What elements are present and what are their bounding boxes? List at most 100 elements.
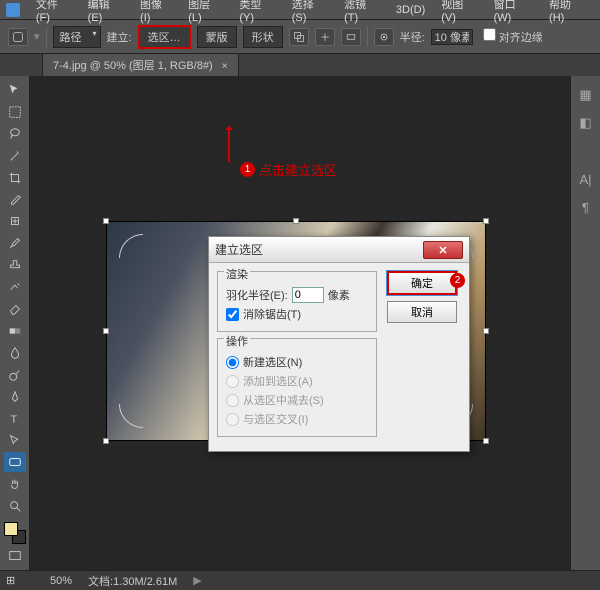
op-add-label: 添加到选区(A) xyxy=(243,373,313,389)
op-new-radio[interactable] xyxy=(226,356,239,369)
dialog-title: 建立选区 xyxy=(215,241,423,258)
path-select-icon[interactable] xyxy=(4,431,26,451)
crop-tool-icon[interactable] xyxy=(4,168,26,188)
history-brush-icon[interactable] xyxy=(4,277,26,297)
screen-mode-icon[interactable] xyxy=(4,546,26,566)
path-align-icon[interactable] xyxy=(315,28,335,46)
menu-layer[interactable]: 图层(L) xyxy=(180,0,231,24)
toolbox: T xyxy=(0,76,30,570)
menu-file[interactable]: 文件(F) xyxy=(28,0,80,24)
operation-legend: 操作 xyxy=(224,333,250,349)
radius-input[interactable] xyxy=(431,29,473,45)
path-arrange-icon[interactable] xyxy=(341,28,361,46)
make-shape-button[interactable]: 形状 xyxy=(243,26,283,48)
gear-icon[interactable] xyxy=(374,28,394,46)
doc-size[interactable]: 文档:1.30M/2.61M xyxy=(88,573,177,589)
zoom-tool-icon[interactable] xyxy=(4,496,26,516)
options-bar: ▾ 路径 建立: 选区… 蒙版 形状 半径: 对齐边缘 xyxy=(0,20,600,54)
op-sub-label: 从选区中减去(S) xyxy=(243,392,324,408)
dodge-tool-icon[interactable] xyxy=(4,365,26,385)
cancel-button[interactable]: 取消 xyxy=(387,301,457,323)
menu-3d[interactable]: 3D(D) xyxy=(388,4,433,16)
pen-tool-icon[interactable] xyxy=(4,387,26,407)
transform-handle[interactable] xyxy=(483,438,489,444)
transform-handle[interactable] xyxy=(103,328,109,334)
type-tool-icon[interactable]: T xyxy=(4,409,26,429)
separator xyxy=(367,27,368,47)
transform-handle[interactable] xyxy=(483,218,489,224)
rounded-corner-indicator xyxy=(119,234,143,258)
close-icon[interactable]: × xyxy=(222,61,228,72)
menu-select[interactable]: 选择(S) xyxy=(284,0,336,24)
antialias-label: 消除锯齿(T) xyxy=(243,306,301,322)
heal-tool-icon[interactable] xyxy=(4,211,26,231)
tab-label: 7-4.jpg @ 50% (图层 1, RGB/8#) xyxy=(53,60,213,72)
color-swatch[interactable] xyxy=(4,522,26,544)
brush-tool-icon[interactable] xyxy=(4,233,26,253)
dialog-titlebar[interactable]: 建立选区 xyxy=(209,237,469,263)
paragraph-panel-icon[interactable]: ¶ xyxy=(577,198,595,216)
op-new-label: 新建选区(N) xyxy=(243,354,302,370)
character-panel-icon[interactable]: A| xyxy=(577,170,595,188)
blur-tool-icon[interactable] xyxy=(4,343,26,363)
right-panel-dock: ▦ ◧ A| ¶ xyxy=(570,76,600,570)
make-mask-button[interactable]: 蒙版 xyxy=(197,26,237,48)
transform-handle[interactable] xyxy=(103,218,109,224)
eyedropper-tool-icon[interactable] xyxy=(4,190,26,210)
transform-handle[interactable] xyxy=(483,328,489,334)
stamp-tool-icon[interactable] xyxy=(4,255,26,275)
wand-tool-icon[interactable] xyxy=(4,146,26,166)
transform-handle[interactable] xyxy=(293,218,299,224)
separator xyxy=(46,27,47,47)
feather-input[interactable] xyxy=(292,287,324,303)
path-op-icon[interactable] xyxy=(289,28,309,46)
ok-button[interactable]: 确定 xyxy=(387,271,457,295)
render-fieldset: 渲染 羽化半径(E): 像素 消除锯齿(T) xyxy=(217,271,377,332)
panel-icon[interactable]: ▦ xyxy=(577,86,595,104)
canvas-area[interactable]: 1 点击建立选区 建立选区 渲染 xyxy=(30,76,570,570)
transform-handle[interactable] xyxy=(103,438,109,444)
move-tool-icon[interactable] xyxy=(4,80,26,100)
path-mode-dropdown[interactable]: 路径 xyxy=(53,26,101,48)
op-add-radio xyxy=(226,375,239,388)
menu-view[interactable]: 视图(V) xyxy=(433,0,485,24)
feather-label: 羽化半径(E): xyxy=(226,287,288,303)
menu-filter[interactable]: 滤镜(T) xyxy=(336,0,388,24)
menu-type[interactable]: 类型(Y) xyxy=(231,0,283,24)
marquee-tool-icon[interactable] xyxy=(4,102,26,122)
rounded-rect-tool-icon[interactable] xyxy=(4,452,26,472)
menu-image[interactable]: 图像(I) xyxy=(132,0,180,24)
document-tab[interactable]: 7-4.jpg @ 50% (图层 1, RGB/8#) × xyxy=(42,53,239,76)
make-selection-button[interactable]: 选区… xyxy=(138,25,191,49)
workarea: T 1 点击建立选区 建立选区 xyxy=(0,76,600,570)
document-tabs: 7-4.jpg @ 50% (图层 1, RGB/8#) × xyxy=(0,54,600,76)
menu-edit[interactable]: 编辑(E) xyxy=(80,0,132,24)
menu-window[interactable]: 窗口(W) xyxy=(486,0,541,24)
status-icon: ⊞ xyxy=(6,574,34,587)
menubar: 文件(F) 编辑(E) 图像(I) 图层(L) 类型(Y) 选择(S) 滤镜(T… xyxy=(0,0,600,20)
op-int-label: 与选区交叉(I) xyxy=(243,411,308,427)
gradient-tool-icon[interactable] xyxy=(4,321,26,341)
make-selection-dialog: 建立选区 渲染 羽化半径(E): 像素 xyxy=(208,236,470,452)
op-int-radio xyxy=(226,413,239,426)
annotation-arrow xyxy=(228,126,230,162)
lasso-tool-icon[interactable] xyxy=(4,124,26,144)
feather-unit: 像素 xyxy=(328,287,350,303)
tool-preset-icon[interactable] xyxy=(8,28,28,46)
dialog-close-button[interactable] xyxy=(423,241,463,259)
menu-help[interactable]: 帮助(H) xyxy=(541,0,594,24)
op-sub-radio xyxy=(226,394,239,407)
zoom-level[interactable]: 50% xyxy=(50,575,72,587)
radius-label: 半径: xyxy=(400,29,425,45)
hand-tool-icon[interactable] xyxy=(4,474,26,494)
annotation-1: 1 点击建立选区 xyxy=(240,160,337,179)
antialias-checkbox[interactable] xyxy=(226,308,239,321)
chevron-right-icon[interactable]: ▶ xyxy=(193,574,201,587)
status-bar: ⊞ 50% 文档:1.30M/2.61M ▶ xyxy=(0,570,600,590)
panel-icon[interactable]: ◧ xyxy=(577,114,595,132)
eraser-tool-icon[interactable] xyxy=(4,299,26,319)
align-edges-checkbox[interactable]: 对齐边缘 xyxy=(483,28,543,45)
annotation-text: 点击建立选区 xyxy=(259,160,337,179)
annotation-number-2-icon: 2 xyxy=(450,273,465,288)
svg-text:T: T xyxy=(10,413,17,425)
